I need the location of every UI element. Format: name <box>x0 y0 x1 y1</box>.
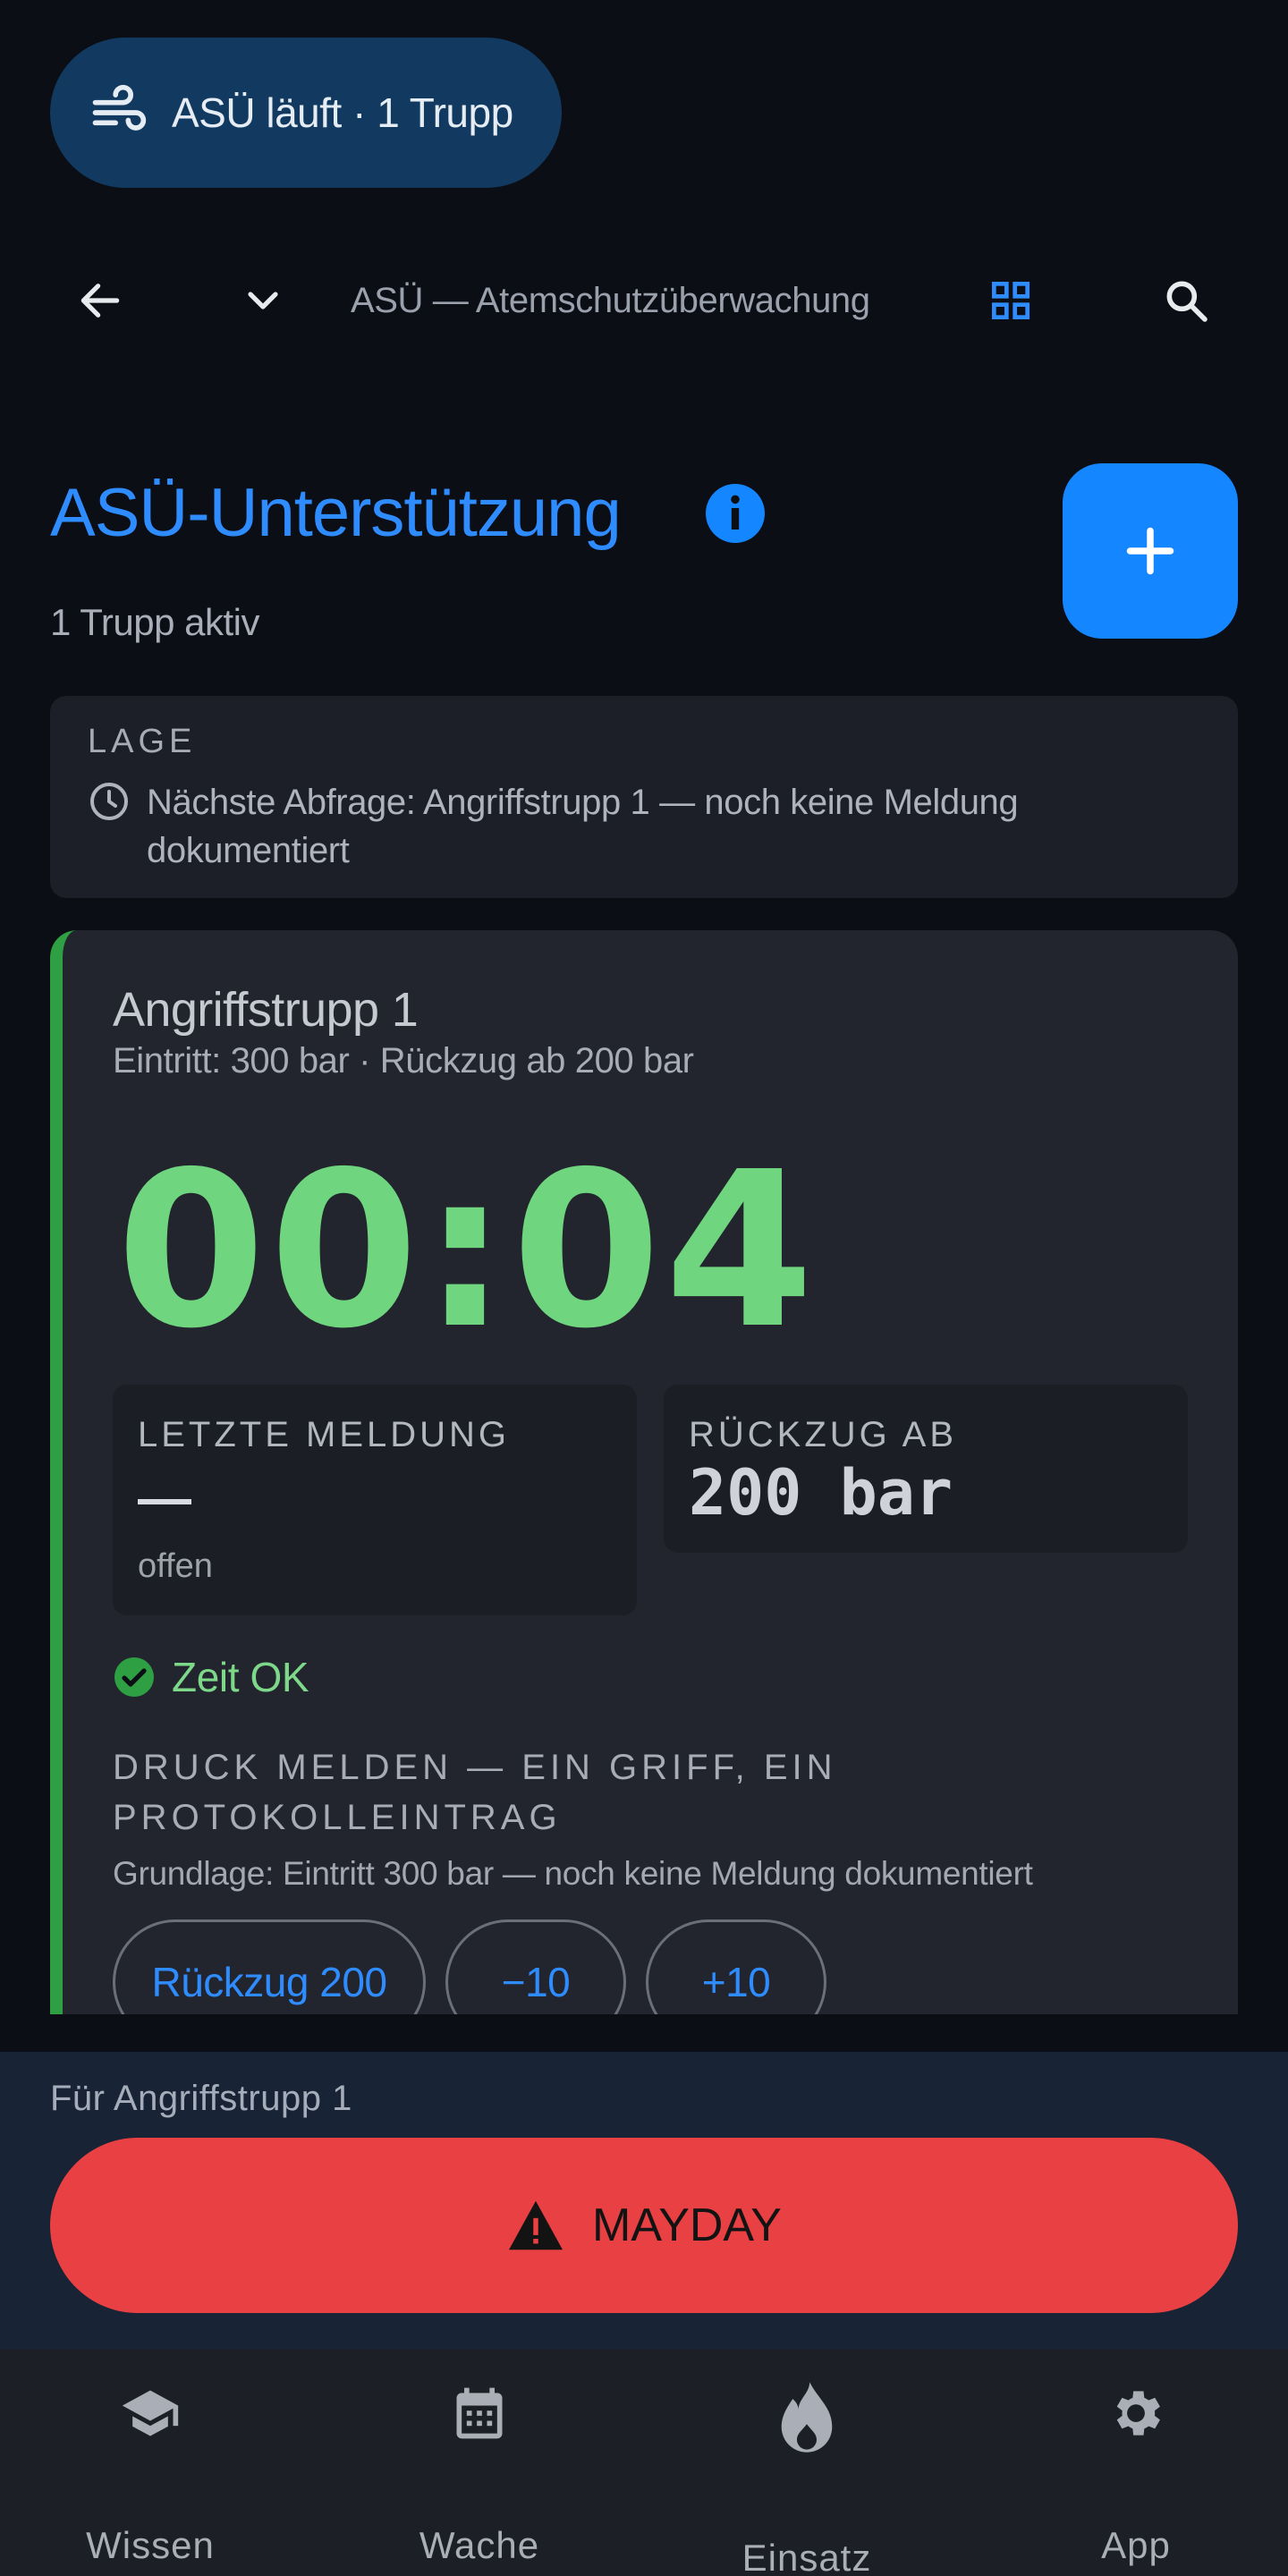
trupp-timer: 00:04 <box>116 1125 818 1376</box>
page-title: ASÜ-Unterstützung <box>50 475 622 551</box>
mayday-label: MAYDAY <box>592 2199 782 2251</box>
warning-icon <box>509 2200 564 2250</box>
nav-item-einsatz[interactable]: Einsatz <box>673 2349 941 2576</box>
nav-item-wissen[interactable]: Wissen <box>16 2349 284 2576</box>
nav-label-app: App <box>1101 2524 1171 2566</box>
check-circle-icon <box>114 1657 154 1697</box>
time-status-text: Zeit OK <box>172 1654 309 1700</box>
grid-view-icon[interactable] <box>986 275 1036 326</box>
page-subtitle: 1 Trupp aktiv <box>50 601 259 643</box>
status-pill[interactable]: ASÜ läuft · 1 Trupp <box>50 38 562 188</box>
chevron-down-icon[interactable] <box>238 275 288 326</box>
chip-plus-10[interactable]: +10 <box>646 1919 826 2014</box>
trupp-card-viewport: Angriffstrupp 1 Eintritt: 300 bar · Rück… <box>50 930 1238 2014</box>
last-report-value: — <box>138 1468 191 1528</box>
last-report-status: offen <box>138 1547 213 1585</box>
last-report-label: LETZTE MELDUNG <box>138 1415 511 1454</box>
info-icon[interactable] <box>703 481 767 546</box>
mayday-button[interactable]: MAYDAY <box>50 2138 1238 2313</box>
trupp-name: Angriffstrupp 1 <box>113 983 419 1037</box>
mayday-target: Für Angriffstrupp 1 <box>50 2079 352 2118</box>
report-pressure-label: DRUCK MELDEN — EIN GRIFF, EIN PROTOKOLLE… <box>113 1748 837 1837</box>
calendar-icon <box>456 2387 503 2439</box>
mayday-panel: Für Angriffstrupp 1 MAYDAY <box>0 2052 1288 2349</box>
lage-card: LAGE Nächste Abfrage: Angriffstrupp 1 — … <box>50 696 1238 898</box>
gear-icon <box>1116 2391 1160 2436</box>
plus-icon <box>1126 527 1174 575</box>
last-report-box: LETZTE MELDUNG — offen <box>113 1385 637 1615</box>
retreat-box: RÜCKZUG AB 200 bar <box>664 1385 1188 1553</box>
back-arrow-icon[interactable] <box>75 275 125 326</box>
nav-label-einsatz: Einsatz <box>741 2537 872 2576</box>
app-bar-title: ASÜ — Atemschutzüberwachung <box>351 281 870 320</box>
nav-label-wache: Wache <box>419 2524 540 2566</box>
lage-label: LAGE <box>88 723 197 760</box>
nav-item-wache[interactable]: Wache <box>345 2349 614 2576</box>
time-status: Zeit OK <box>113 1653 309 1701</box>
app-bar: ASÜ — Atemschutzüberwachung <box>0 250 1288 351</box>
flame-icon <box>781 2382 833 2453</box>
bottom-navigation: Wissen Wache Einsatz App <box>0 2349 1288 2576</box>
retreat-label: RÜCKZUG AB <box>689 1415 958 1454</box>
search-icon[interactable] <box>1161 275 1211 326</box>
chip-minus-10[interactable]: −10 <box>445 1919 626 2014</box>
wind-icon <box>92 84 147 131</box>
trupp-card[interactable]: Angriffstrupp 1 Eintritt: 300 bar · Rück… <box>50 930 1238 2014</box>
status-text: ASÜ läuft · 1 Trupp <box>172 89 513 136</box>
pressure-basis: Grundlage: Eintritt 300 bar — noch keine… <box>113 1855 1033 1892</box>
nav-label-wissen: Wissen <box>86 2524 215 2566</box>
lage-text: Nächste Abfrage: Angriffstrupp 1 — noch … <box>147 783 1019 870</box>
add-trupp-button[interactable] <box>1063 463 1238 639</box>
trupp-meta: Eintritt: 300 bar · Rückzug ab 200 bar <box>113 1041 694 1080</box>
nav-item-app[interactable]: App <box>1002 2349 1270 2576</box>
graduation-cap-icon <box>122 2390 179 2436</box>
retreat-value: 200 bar <box>689 1456 953 1530</box>
clock-icon <box>90 783 128 820</box>
chip-retreat-200[interactable]: Rückzug 200 <box>113 1919 426 2014</box>
